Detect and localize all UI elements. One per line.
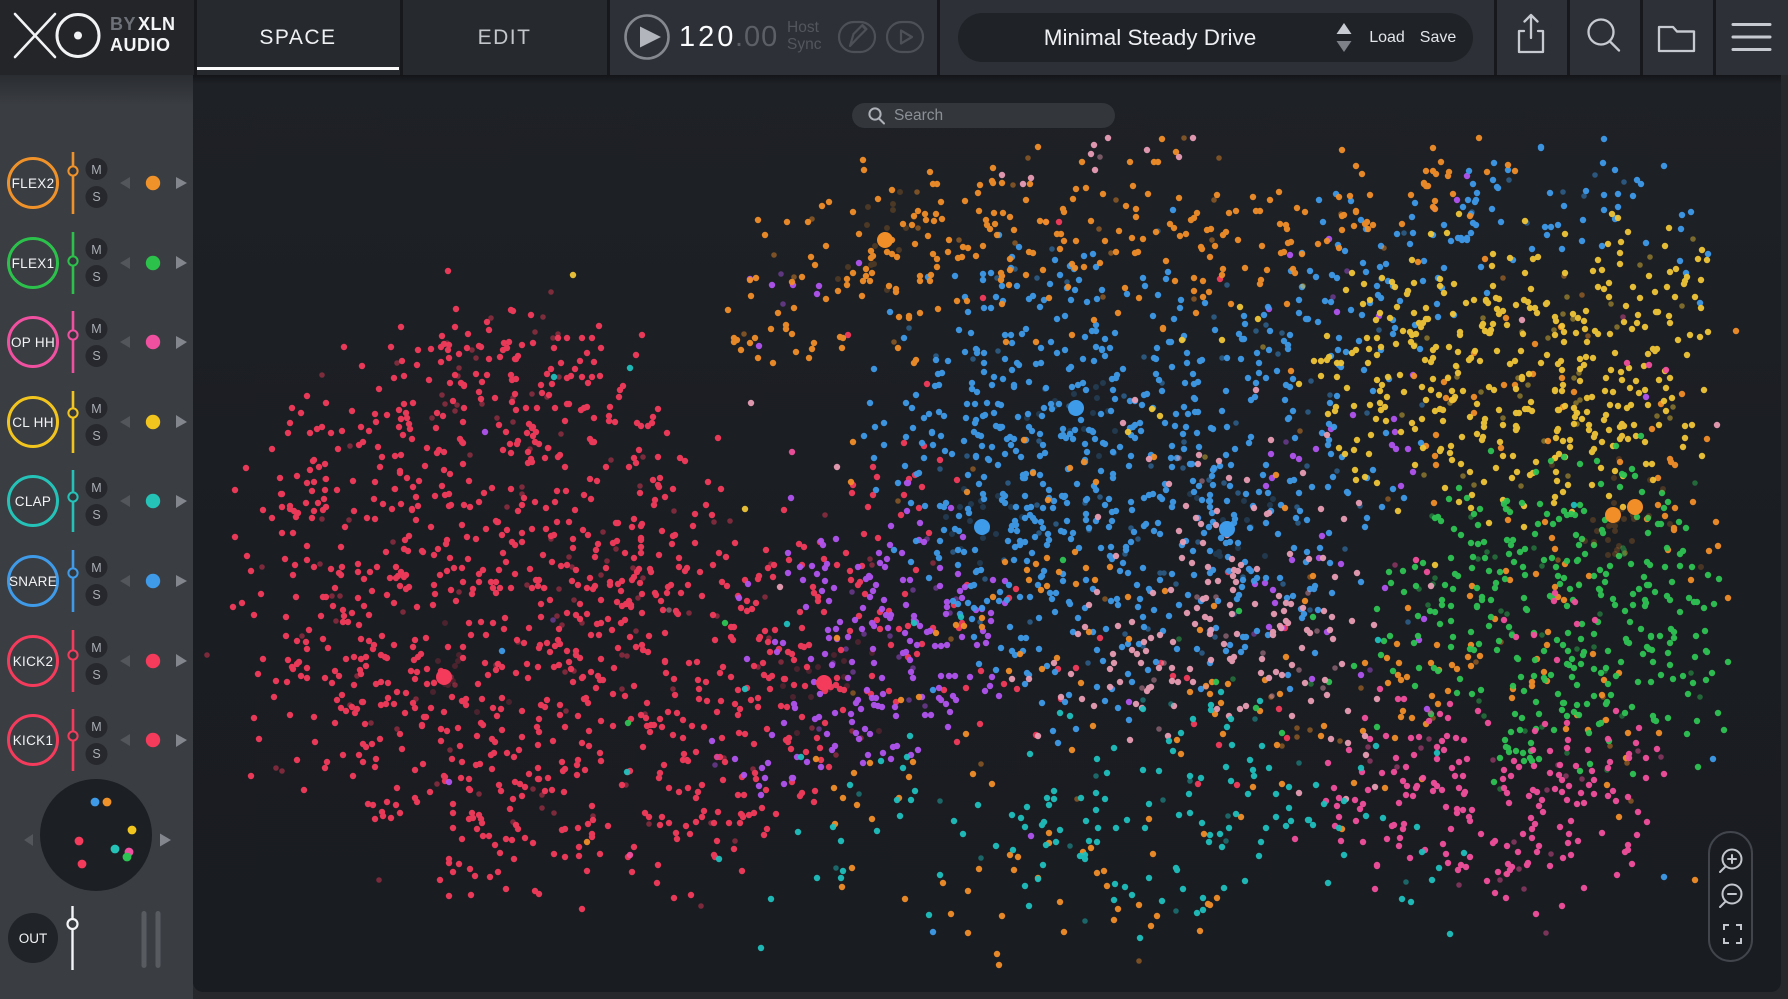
- svg-text:CL HH: CL HH: [12, 415, 54, 430]
- svg-text:M: M: [91, 720, 101, 734]
- svg-text:120: 120: [679, 21, 736, 53]
- svg-text:Host: Host: [787, 19, 820, 36]
- svg-text:S: S: [92, 190, 100, 204]
- svg-text:.00: .00: [735, 21, 778, 53]
- svg-text:OP HH: OP HH: [11, 335, 55, 350]
- svg-text:S: S: [92, 668, 100, 682]
- svg-text:M: M: [91, 641, 101, 655]
- svg-text:M: M: [91, 402, 101, 416]
- svg-text:KICK1: KICK1: [13, 733, 54, 748]
- svg-text:BY: BY: [110, 14, 136, 34]
- svg-text:AUDIO: AUDIO: [110, 35, 171, 55]
- svg-text:XLN: XLN: [138, 14, 176, 34]
- svg-text:CLAP: CLAP: [15, 494, 51, 509]
- svg-text:SNARE: SNARE: [9, 574, 57, 589]
- svg-text:S: S: [92, 270, 100, 284]
- svg-text:KICK2: KICK2: [13, 654, 54, 669]
- svg-text:Sync: Sync: [787, 36, 822, 53]
- svg-text:S: S: [92, 429, 100, 443]
- svg-text:M: M: [91, 561, 101, 575]
- svg-text:FLEX1: FLEX1: [12, 256, 55, 271]
- svg-text:S: S: [92, 349, 100, 363]
- svg-text:M: M: [91, 163, 101, 177]
- svg-text:S: S: [92, 747, 100, 761]
- svg-text:S: S: [92, 508, 100, 522]
- svg-text:M: M: [91, 243, 101, 257]
- svg-text:FLEX2: FLEX2: [12, 176, 55, 191]
- svg-text:OUT: OUT: [19, 931, 48, 946]
- svg-text:M: M: [91, 481, 101, 495]
- svg-text:S: S: [92, 588, 100, 602]
- svg-text:M: M: [91, 322, 101, 336]
